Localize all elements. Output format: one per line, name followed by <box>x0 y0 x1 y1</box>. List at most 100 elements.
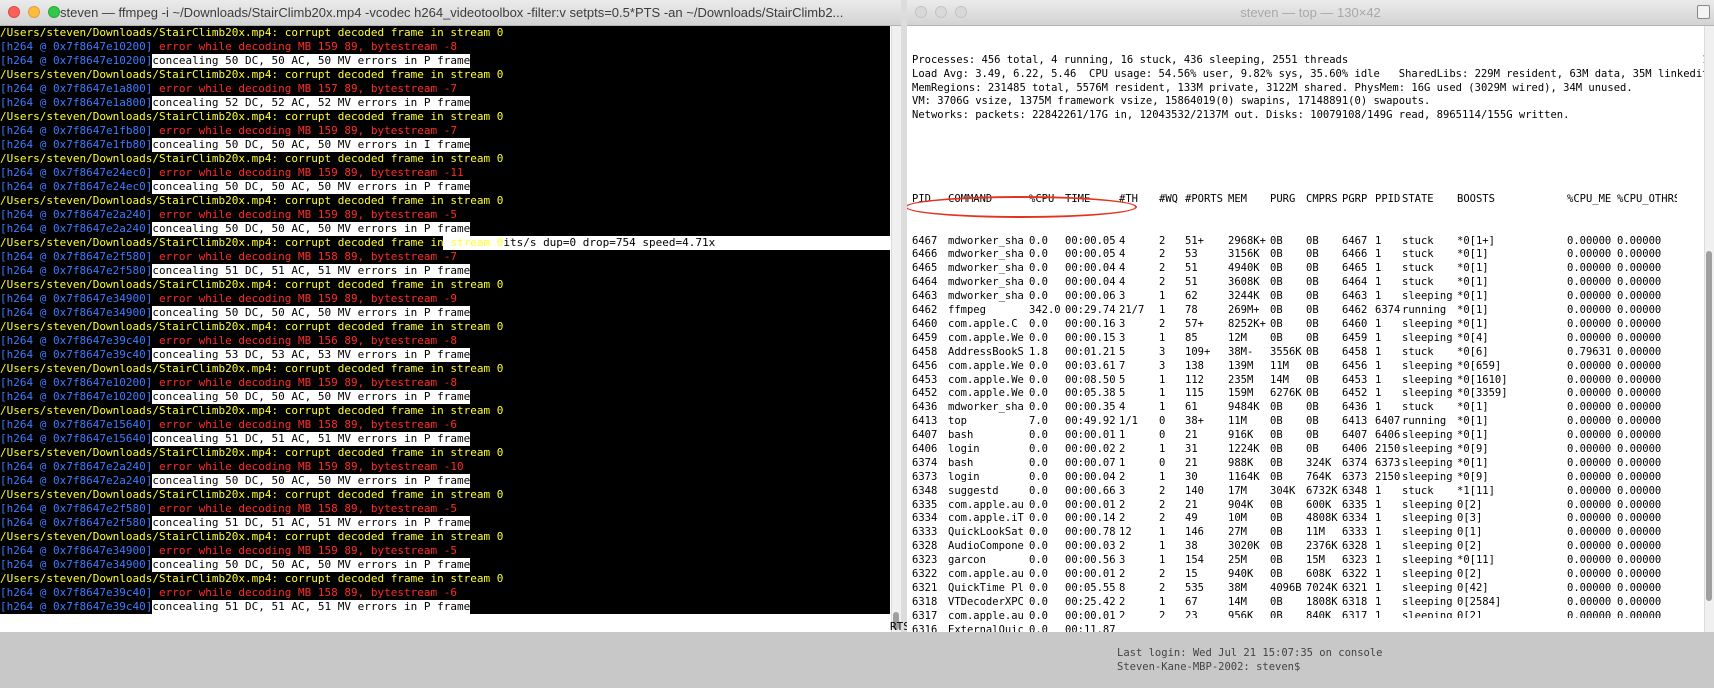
process-row: 6453 com.apple.We 0.0 00:08.50 5 1 112 235M 14M 0… <box>912 374 1702 388</box>
process-cell: 4808K <box>1306 512 1338 525</box>
process-cell: 6465 <box>1342 262 1368 275</box>
process-row: 6436 mdworker_sha 0.0 00:00.35 4 1 61 9484K 0B 0B… <box>912 401 1702 415</box>
process-cell: 00:25.42 <box>1065 595 1116 608</box>
decode-error-text: error while decoding MB 157 89, bytestre… <box>152 82 457 95</box>
process-cell: 0B <box>1306 359 1319 372</box>
process-cell: 6436 <box>912 401 938 414</box>
ffmpeg-terminal-output[interactable]: /Users/steven/Downloads/StairClimb20x.mp… <box>0 26 896 632</box>
process-cell: 00:00.04 <box>1065 262 1116 275</box>
process-table: 6467 mdworker_sha 0.0 00:00.05 4 2 51+ 2968K+ 0B… <box>912 235 1702 632</box>
process-cell: *0[1] <box>1457 317 1489 330</box>
process-cell: 6413 <box>1342 415 1368 428</box>
decode-error-text: error while decoding MB 158 89, bytestre… <box>152 250 457 263</box>
process-cell: 0.00000 <box>1617 276 1662 289</box>
process-cell: 0 <box>1159 429 1166 442</box>
process-cell: 00:00.04 <box>1065 470 1116 483</box>
process-cell: *0[659] <box>1457 359 1502 372</box>
process-cell: sleeping <box>1402 331 1453 344</box>
close-button[interactable] <box>8 6 20 18</box>
process-cell: sleeping <box>1402 387 1453 400</box>
conceal-line: [h264 @ 0x7f8647e39c40]concealing 53 DC,… <box>0 348 890 362</box>
process-cell: 0 <box>1159 415 1166 428</box>
process-cell: 2 <box>1119 567 1126 580</box>
process-cell: 00:05.38 <box>1065 387 1116 400</box>
process-cell: 0.0 <box>1029 554 1048 567</box>
process-cell: 6465 <box>912 262 938 275</box>
process-cell: 0[2] <box>1457 567 1483 580</box>
process-cell: 51 <box>1185 262 1198 275</box>
decode-error-text: error while decoding MB 159 89, bytestre… <box>152 166 464 179</box>
process-cell: *0[4] <box>1457 331 1489 344</box>
process-cell: 21/7 <box>1119 304 1145 317</box>
process-cell: 6466 <box>912 248 938 261</box>
conceal-line: [h264 @ 0x7f8647e2a240]concealing 50 DC,… <box>0 222 890 236</box>
process-cell: ffmpeg <box>948 304 986 317</box>
process-cell: 38 <box>1185 540 1198 553</box>
process-cell: sleeping <box>1402 290 1453 303</box>
process-cell: 6407 <box>1342 429 1368 442</box>
column-header: STATE <box>1402 192 1434 205</box>
process-cell: 0B <box>1306 331 1319 344</box>
top-scrollbar[interactable] <box>1704 26 1714 632</box>
decode-error-line: [h264 @ 0x7f8647e24ec0] error while deco… <box>0 166 890 180</box>
process-cell: 0B <box>1270 317 1283 330</box>
decode-error-text: error while decoding MB 159 89, bytestre… <box>152 544 457 557</box>
top-terminal-window[interactable]: steven — top — 130×42 Processes: 456 tot… <box>907 0 1714 632</box>
process-cell: 5 <box>1119 345 1126 358</box>
process-cell: *0[1] <box>1457 276 1489 289</box>
process-cell: 00:03.61 <box>1065 359 1116 372</box>
process-cell: 1224K <box>1228 442 1260 455</box>
process-cell: 6348 <box>912 484 938 497</box>
process-cell: 0.00000 <box>1617 387 1662 400</box>
process-cell: *0[1] <box>1457 456 1489 469</box>
process-cell: 1 <box>1375 498 1382 511</box>
process-cell: stuck <box>1402 345 1434 358</box>
minimize-button[interactable] <box>28 6 40 18</box>
process-cell: 608K <box>1306 567 1332 580</box>
ffmpeg-window-titlebar[interactable]: steven — ffmpeg -i ~/Downloads/StairClim… <box>0 0 901 26</box>
process-cell: 00:00.15 <box>1065 331 1116 344</box>
process-row: 6373 login 0.0 00:00.04 2 1 30 1164K 0B 764K 6373 2… <box>912 471 1702 485</box>
process-cell: com.apple.au <box>948 498 1024 511</box>
process-cell: 0B <box>1270 304 1283 317</box>
process-cell: 0.00000 <box>1617 442 1662 455</box>
top-window-titlebar[interactable]: steven — top — 130×42 <box>907 0 1714 26</box>
process-cell: running <box>1402 415 1447 428</box>
process-cell: com.apple.We <box>948 359 1024 372</box>
process-cell: 0.00000 <box>1567 595 1612 608</box>
process-cell: 1 <box>1375 595 1382 608</box>
decode-error-text: error while decoding MB 158 89, bytestre… <box>152 418 457 431</box>
process-row: 6348 suggestd 0.0 00:00.66 3 2 140 17M 304K 6732K… <box>912 485 1702 499</box>
new-tab-icon[interactable] <box>1697 5 1710 19</box>
process-cell: 30 <box>1185 470 1198 483</box>
process-cell: 1 <box>1375 262 1382 275</box>
process-cell: 6456 <box>1342 359 1368 372</box>
process-cell: 5 <box>1119 387 1126 400</box>
process-cell: 1 <box>1159 387 1166 400</box>
decode-error-text: error while decoding MB 159 89, bytestre… <box>152 40 457 53</box>
column-header: PGRP <box>1342 192 1368 205</box>
decoder-prefix: [h264 @ 0x7f8647e39c40] <box>0 586 153 599</box>
ffmpeg-terminal-window[interactable]: steven — ffmpeg -i ~/Downloads/StairClim… <box>0 0 902 632</box>
top-scrollbar-thumb[interactable] <box>1706 251 1712 601</box>
process-cell: 6407 <box>912 429 938 442</box>
process-row: 6323 garcon 0.0 00:00.56 3 1 154 25M 0B 15M 6323 1 s… <box>912 554 1702 568</box>
process-cell: 6335 <box>912 498 938 511</box>
ffmpeg-scrollbar[interactable] <box>891 26 901 632</box>
decode-error-line: [h264 @ 0x7f8647e2a240] error while deco… <box>0 460 890 474</box>
process-cell: 6374 <box>1375 304 1401 317</box>
process-cell: 0.0 <box>1029 401 1048 414</box>
process-cell: 6316 <box>912 623 938 632</box>
process-cell: 6348 <box>1342 484 1368 497</box>
process-cell: garcon <box>948 554 986 567</box>
zoom-button[interactable] <box>48 6 60 18</box>
process-cell: 904K <box>1228 498 1254 511</box>
process-cell: 6458 <box>912 345 938 358</box>
process-cell: 0.0 <box>1029 595 1048 608</box>
process-cell: 0.00000 <box>1617 595 1662 608</box>
top-output[interactable]: Processes: 456 total, 4 running, 16 stuc… <box>912 26 1714 632</box>
process-cell: 0B <box>1306 304 1319 317</box>
process-cell: 0.00000 <box>1567 276 1612 289</box>
process-row: 6465 mdworker_sha 0.0 00:00.04 4 2 51 4940K 0B 0B… <box>912 262 1702 276</box>
process-cell: 0.00000 <box>1567 234 1612 247</box>
